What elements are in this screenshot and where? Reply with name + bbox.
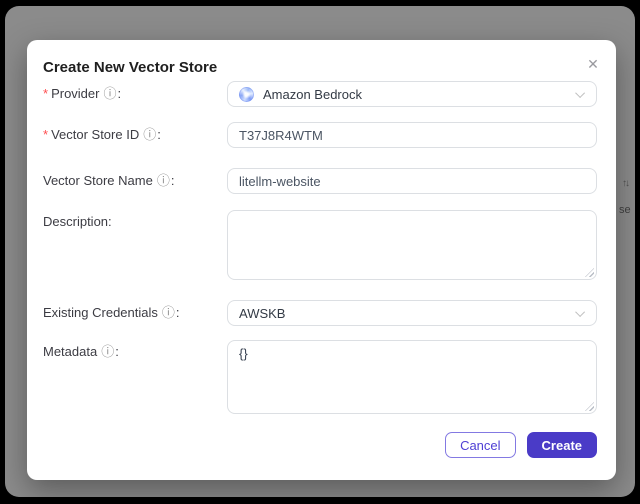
cancel-button[interactable]: Cancel (445, 432, 516, 458)
vector-store-name-label-text: Vector Store Name (43, 173, 153, 188)
label-colon: : (117, 86, 122, 101)
vector-store-id-row: * Vector Store ID ⓘ: (43, 122, 597, 148)
existing-credentials-row: Existing Credentials ⓘ: AWSKB (43, 300, 597, 326)
existing-credentials-label-text: Existing Credentials (43, 305, 158, 320)
create-vector-store-modal: ✕ Create New Vector Store * Provider ⓘ: Am… (27, 40, 616, 480)
label-colon: : (108, 214, 112, 229)
existing-credentials-select-value: AWSKB (239, 305, 286, 321)
info-icon: ⓘ (161, 305, 175, 320)
description-textarea[interactable] (227, 210, 597, 280)
dimmed-app-window: ↑↓ se ✕ Create New Vector Store * Provide… (5, 6, 635, 497)
metadata-label-text: Metadata (43, 344, 98, 359)
description-label-text: Description (43, 214, 109, 229)
close-icon[interactable]: ✕ (582, 53, 604, 75)
info-icon: ⓘ (143, 127, 157, 142)
info-icon: ⓘ (101, 344, 115, 359)
description-label: Description: (43, 210, 227, 231)
info-icon: ⓘ (156, 173, 170, 188)
label-colon: : (170, 173, 175, 188)
create-button[interactable]: Create (526, 432, 597, 458)
vector-store-id-label: * Vector Store ID ⓘ: (43, 126, 227, 144)
vector-store-id-input[interactable] (227, 122, 597, 148)
chevron-down-icon (575, 87, 586, 98)
chevron-down-icon (575, 306, 586, 317)
provider-label-text: Provider (51, 86, 100, 101)
required-marker: * (43, 86, 49, 101)
info-icon: ⓘ (103, 86, 117, 101)
label-colon: : (115, 344, 119, 359)
description-row: Description: (43, 210, 597, 280)
metadata-textarea[interactable]: {} (227, 340, 597, 414)
provider-row: * Provider ⓘ: Amazon Bedrock (43, 81, 597, 107)
provider-select[interactable]: Amazon Bedrock (227, 81, 597, 107)
existing-credentials-label: Existing Credentials ⓘ: (43, 304, 227, 322)
provider-label: * Provider ⓘ: (43, 85, 227, 103)
label-colon: : (157, 127, 161, 142)
vector-store-name-row: Vector Store Name ⓘ: (43, 168, 597, 194)
required-marker: * (43, 127, 49, 142)
vector-store-id-label-text: Vector Store ID (51, 127, 140, 142)
metadata-label: Metadata ⓘ: (43, 340, 227, 361)
modal-title: Create New Vector Store (43, 59, 218, 76)
vector-store-name-label: Vector Store Name ⓘ: (43, 172, 227, 190)
modal-footer: Cancel Create (43, 432, 597, 458)
vector-store-name-input[interactable] (227, 168, 597, 194)
label-colon: : (175, 305, 180, 320)
provider-select-value: Amazon Bedrock (263, 86, 362, 102)
metadata-row: Metadata ⓘ: {} (43, 340, 597, 414)
existing-credentials-select[interactable]: AWSKB (227, 300, 597, 326)
amazon-bedrock-icon (239, 86, 254, 102)
background-sort-icon: ↑↓ (622, 178, 630, 189)
background-partial-text: se (619, 204, 631, 216)
